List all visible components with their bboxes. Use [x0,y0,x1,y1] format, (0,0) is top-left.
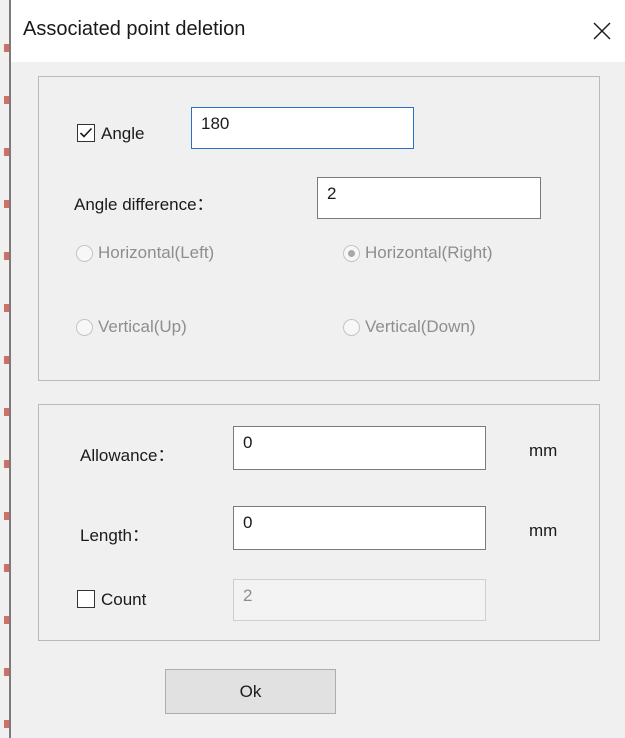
horizontal-left-radio[interactable] [76,245,93,262]
count-checkbox[interactable] [77,590,95,608]
window-left-border [9,0,11,738]
checkmark-icon [79,127,93,138]
radio-selected-dot [348,250,355,257]
vertical-up-label: Vertical(Up) [98,317,187,336]
horizontal-right-label: Horizontal(Right) [365,243,493,262]
length-input[interactable]: 0 [233,506,486,550]
vertical-down-radio[interactable] [343,319,360,336]
close-icon [593,22,611,40]
horizontal-right-radio[interactable] [343,245,360,262]
close-button[interactable] [579,8,625,54]
angle-difference-label: Angle difference： [74,195,214,214]
allowance-unit: mm [529,441,558,460]
angle-checkbox[interactable] [77,124,95,142]
associated-point-deletion-dialog: Associated point deletion Angle 180 Angl… [0,0,625,738]
title-bar: Associated point deletion [11,0,625,62]
count-label: Count [101,590,147,609]
length-label: Length： [80,526,149,545]
count-input[interactable]: 2 [233,579,486,621]
allowance-input[interactable]: 0 [233,426,486,470]
length-unit: mm [529,521,558,540]
angle-group-box: Angle 180 Angle difference： 2 Horizontal… [38,76,600,381]
angle-input[interactable]: 180 [191,107,414,149]
vertical-down-label: Vertical(Down) [365,317,476,336]
angle-difference-input[interactable]: 2 [317,177,541,219]
allowance-label: Allowance： [80,446,175,465]
vertical-up-radio[interactable] [76,319,93,336]
horizontal-left-label: Horizontal(Left) [98,243,215,262]
length-group-box: Allowance： 0 mm Length： 0 mm Count 2 [38,404,600,641]
dialog-title: Associated point deletion [23,18,246,40]
ok-button[interactable]: Ok [165,669,336,714]
angle-label: Angle [101,124,145,143]
